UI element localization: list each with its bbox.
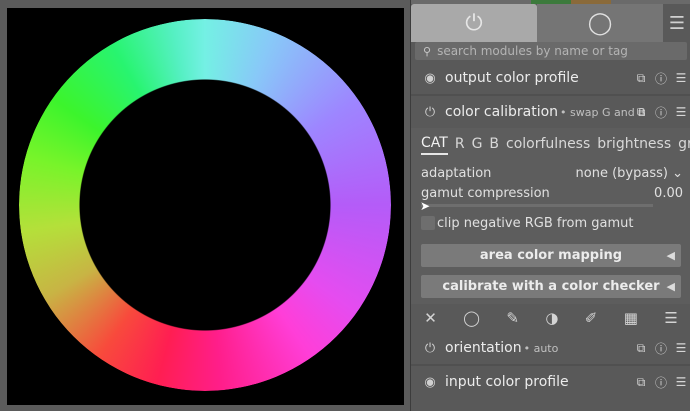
tab-active-modules[interactable]: ⏻ [411,4,537,42]
module-always-on-icon: ◉ [424,70,436,86]
presets-icon[interactable]: ☰ [675,375,687,389]
chevron-down-icon: ⌄ [672,165,683,181]
search-placeholder: search modules by name or tag [437,44,628,58]
tab-cat[interactable]: CAT [421,135,448,155]
blending-mode-bar: ✕ ◯ ✎ ◑ ✐ ▦ ☰ [411,304,690,332]
module-title: orientation [445,340,522,356]
collapse-arrow-icon: ◀ [666,249,675,262]
multi-instance-icon[interactable]: ⧉ [635,341,647,356]
adaptation-dropdown[interactable]: adaptation none (bypass) ⌄ [421,164,683,182]
blend-parametric-mask-icon[interactable]: ◑ [545,309,558,327]
area-color-mapping-button[interactable]: area color mapping ◀ [421,244,681,267]
reset-icon[interactable]: ⓘ [655,374,667,391]
calibrate-color-checker-label: calibrate with a color checker [442,279,660,294]
gamut-compression-slider[interactable]: gamut compression 0.00 [421,184,683,202]
multi-instance-icon[interactable]: ⧉ [635,105,647,120]
module-header-output-color-profile[interactable]: ◉ output color profile ⧉ ⓘ ☰ [411,62,690,94]
presets-icon[interactable]: ☰ [675,71,687,85]
clip-negative-rgb-toggle[interactable]: clip negative RGB from gamut [421,212,634,234]
area-color-mapping-label: area color mapping [479,248,623,263]
clip-checkbox[interactable] [421,216,435,230]
adaptation-label: adaptation [421,165,492,181]
collapse-arrow-icon: ◀ [666,280,675,293]
blend-raster-mask-icon[interactable]: ▦ [624,309,638,327]
tab-gray[interactable]: gray [678,136,690,154]
reset-icon[interactable]: ⓘ [655,70,667,87]
tab-colorfulness[interactable]: colorfulness [506,136,590,154]
blend-drawn-mask-icon[interactable]: ✎ [506,309,519,327]
right-panel: ⏻ ◯ ☰ ⚲ search modules by name or tag ◉ … [410,0,690,411]
module-header-orientation[interactable]: ⏻ orientation • auto ⧉ ⓘ ☰ [411,332,690,364]
presets-icon[interactable]: ☰ [675,341,687,355]
presets-icon[interactable]: ☰ [675,105,687,119]
tab-g[interactable]: G [472,136,483,154]
module-title: color calibration [445,104,559,120]
clip-label: clip negative RGB from gamut [437,215,634,231]
color-calibration-body: CAT R G B colorfulness brightness gray a… [411,128,690,304]
multi-instance-icon[interactable]: ⧉ [635,375,647,390]
module-power-icon[interactable]: ⏻ [419,341,441,356]
adaptation-value: none (bypass) ⌄ [575,165,683,181]
power-icon: ⏻ [465,10,483,36]
blend-drawn-parametric-icon[interactable]: ✐ [585,309,598,327]
image-view[interactable] [0,0,410,411]
module-title: output color profile [445,70,579,86]
module-instance-label: • auto [523,341,559,355]
search-icon: ⚲ [423,44,432,58]
module-title: input color profile [445,374,569,390]
blend-menu-icon[interactable]: ☰ [664,309,677,327]
hue-ring-image [19,19,391,391]
module-groups-presets-button[interactable]: ☰ [663,4,690,42]
reset-icon[interactable]: ⓘ [655,104,667,121]
module-header-input-color-profile[interactable]: ◉ input color profile ⧉ ⓘ ☰ [411,366,690,398]
gamut-compression-slider-track[interactable] [421,204,653,207]
reset-icon[interactable]: ⓘ [655,340,667,357]
gamut-compression-label: gamut compression [421,185,550,201]
module-power-icon[interactable]: ⏻ [419,105,441,120]
module-header-color-calibration[interactable]: ⏻ color calibration • swap G and B ⧉ ⓘ ☰ [411,96,690,128]
calibrate-color-checker-button[interactable]: calibrate with a color checker ◀ [421,275,681,298]
tab-b[interactable]: B [489,136,499,154]
blend-uniform-icon[interactable]: ◯ [463,309,480,327]
circle-icon: ◯ [587,10,613,36]
module-instance-label: • swap G and B [560,105,646,119]
color-calibration-tabs: CAT R G B colorfulness brightness gray [421,134,690,156]
hamburger-menu-icon: ☰ [668,12,686,34]
tab-all-modules[interactable]: ◯ [537,4,663,42]
mouse-cursor-icon: ➤ [420,199,431,213]
blend-off-icon[interactable]: ✕ [424,309,437,327]
module-group-tabs: ⏻ ◯ ☰ [411,4,690,42]
multi-instance-icon[interactable]: ⧉ [635,71,647,86]
gamut-compression-value: 0.00 [654,185,683,201]
tab-brightness[interactable]: brightness [597,136,671,154]
search-input[interactable]: ⚲ search modules by name or tag [415,42,687,60]
image-canvas[interactable] [7,8,404,405]
module-always-on-icon: ◉ [424,374,436,390]
tab-r[interactable]: R [455,136,465,154]
